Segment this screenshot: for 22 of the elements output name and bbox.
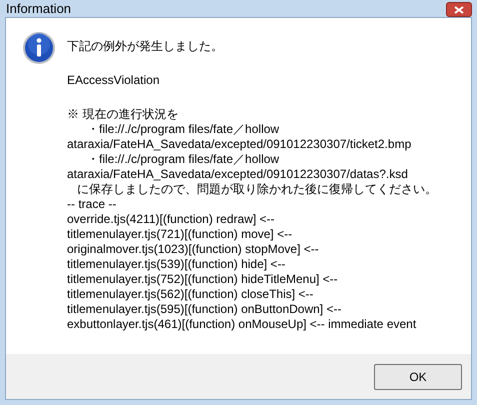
- ok-button[interactable]: OK: [374, 364, 462, 390]
- message-line: EAccessViolation: [67, 73, 160, 87]
- message-line: 下記の例外が発生しました。: [67, 39, 223, 53]
- info-icon: [22, 31, 56, 65]
- message-line: titlemenulayer.tjs(752)[(function) hideTitleMenu] <--: [67, 272, 338, 286]
- message-line: originalmover.tjs(1023)[(function) stopMove] <--: [67, 242, 319, 256]
- message-line: ・file://./c/program files/fate／hollow: [87, 122, 280, 136]
- message-line: override.tjs(4211)[(function) redraw] <--: [67, 212, 275, 226]
- message-line: ※ 現在の進行状況を: [67, 107, 178, 121]
- window-title: Information: [5, 1, 72, 16]
- message-line: titlemenulayer.tjs(721)[(function) move] <--: [67, 227, 292, 241]
- message-line: exbuttonlayer.tjs(461)[(function) onMouseUp] <-- immediate event: [67, 317, 416, 331]
- message-line: titlemenulayer.tjs(539)[(function) hide] <--: [67, 257, 286, 271]
- message-line: に保存しましたので、問題が取り除かれた後に復帰してください。: [77, 182, 437, 196]
- message-line: ataraxia/FateHA_Savedata/excepted/091012230307/ticket2.bmp: [67, 137, 412, 151]
- close-button[interactable]: [446, 2, 472, 17]
- message-line: ・file://./c/program files/fate／hollow: [87, 152, 280, 166]
- message-line: titlemenulayer.tjs(595)[(function) onButtonDown] <--: [67, 302, 342, 316]
- message-line: titlemenulayer.tjs(562)[(function) closeThis] <--: [67, 287, 314, 301]
- message-line: -- trace --: [67, 197, 116, 211]
- close-icon: [454, 6, 464, 14]
- message-line: ataraxia/FateHA_Savedata/excepted/091012230307/datas?.ksd: [67, 167, 408, 181]
